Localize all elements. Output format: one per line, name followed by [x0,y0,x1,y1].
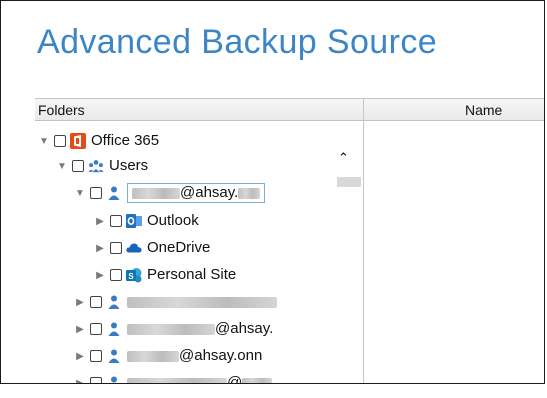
users-icon [88,158,104,174]
tree-node-user[interactable]: ▶ @ahsay. [73,318,273,340]
checkbox[interactable] [110,242,122,254]
tree-node-office365[interactable]: ▼ Office 365 [37,130,159,152]
tree-node-label: OneDrive [147,239,211,256]
tree-node-user[interactable]: ▶ @ahsay.onn [73,345,262,367]
expand-arrow-icon[interactable]: ▶ [93,243,107,254]
name-column-header[interactable]: Name [465,102,502,118]
scroll-up-arrow-icon[interactable]: ⌃ [338,151,349,164]
checkbox[interactable] [90,187,102,199]
checkbox[interactable] [110,269,122,281]
tree-node-label: @ahsay.onn [179,347,263,364]
expand-arrow-icon[interactable]: ▶ [93,216,107,227]
tree-node-label: @ahsay. [215,320,274,337]
folders-column-header[interactable]: Folders [38,102,85,118]
svg-text:S: S [128,272,134,281]
onedrive-icon [126,240,142,256]
redacted-text [242,377,273,383]
sharepoint-icon: S [126,267,142,283]
tree-node-label: Personal Site [147,266,237,283]
user-icon [106,375,122,383]
expand-arrow-icon[interactable]: ▼ [37,136,51,147]
tree-node-label: Office 365 [91,132,160,149]
redacted-text [127,350,179,362]
outlook-icon [126,213,142,229]
scrollbar-thumb[interactable] [337,177,361,187]
folder-grid: Folders Name ▼ Office 365 ▼ Users ⌃ ▼ @a… [35,98,544,384]
grid-header: Folders Name [35,99,544,121]
redacted-text [132,187,180,199]
tree-node-users[interactable]: ▼ Users [55,155,148,177]
tree-node-label: Users [109,157,149,174]
expand-arrow-icon[interactable]: ▼ [73,188,87,199]
redacted-text [238,187,261,199]
tree-node-user[interactable]: ▼ @ahsay. [73,182,266,204]
user-icon [106,348,122,364]
backup-source-panel: Advanced Backup Source Folders Name ▼ Of… [0,0,545,384]
checkbox[interactable] [90,350,102,362]
redacted-text [127,296,277,308]
user-icon [106,294,122,310]
checkbox[interactable] [110,215,122,227]
page-title: Advanced Backup Source [37,23,438,61]
tree-node-personal-site[interactable]: ▶ S Personal Site [93,264,236,286]
user-icon [106,185,122,201]
checkbox[interactable] [90,296,102,308]
checkbox[interactable] [90,377,102,383]
expand-arrow-icon[interactable]: ▶ [73,324,87,335]
expand-arrow-icon[interactable]: ▶ [73,297,87,308]
checkbox[interactable] [54,135,66,147]
user-icon [106,321,122,337]
tree-node-outlook[interactable]: ▶ Outlook [93,210,199,232]
checkbox[interactable] [72,160,84,172]
tree-node-onedrive[interactable]: ▶ OneDrive [93,237,210,259]
expand-arrow-icon[interactable]: ▶ [73,351,87,362]
office365-icon [70,133,86,149]
redacted-text [127,377,227,383]
checkbox[interactable] [90,323,102,335]
selected-node-label: @ahsay. [127,183,266,203]
tree-node-label: Outlook [147,212,199,229]
expand-arrow-icon[interactable]: ▶ [73,378,87,384]
redacted-text [127,323,215,335]
column-divider[interactable] [363,99,364,383]
tree-node-user[interactable]: ▶ [73,291,277,313]
tree-node-user[interactable]: ▶ @ [73,372,273,384]
tree-node-label: @ [227,374,243,384]
expand-arrow-icon[interactable]: ▼ [55,161,69,172]
expand-arrow-icon[interactable]: ▶ [93,270,107,281]
